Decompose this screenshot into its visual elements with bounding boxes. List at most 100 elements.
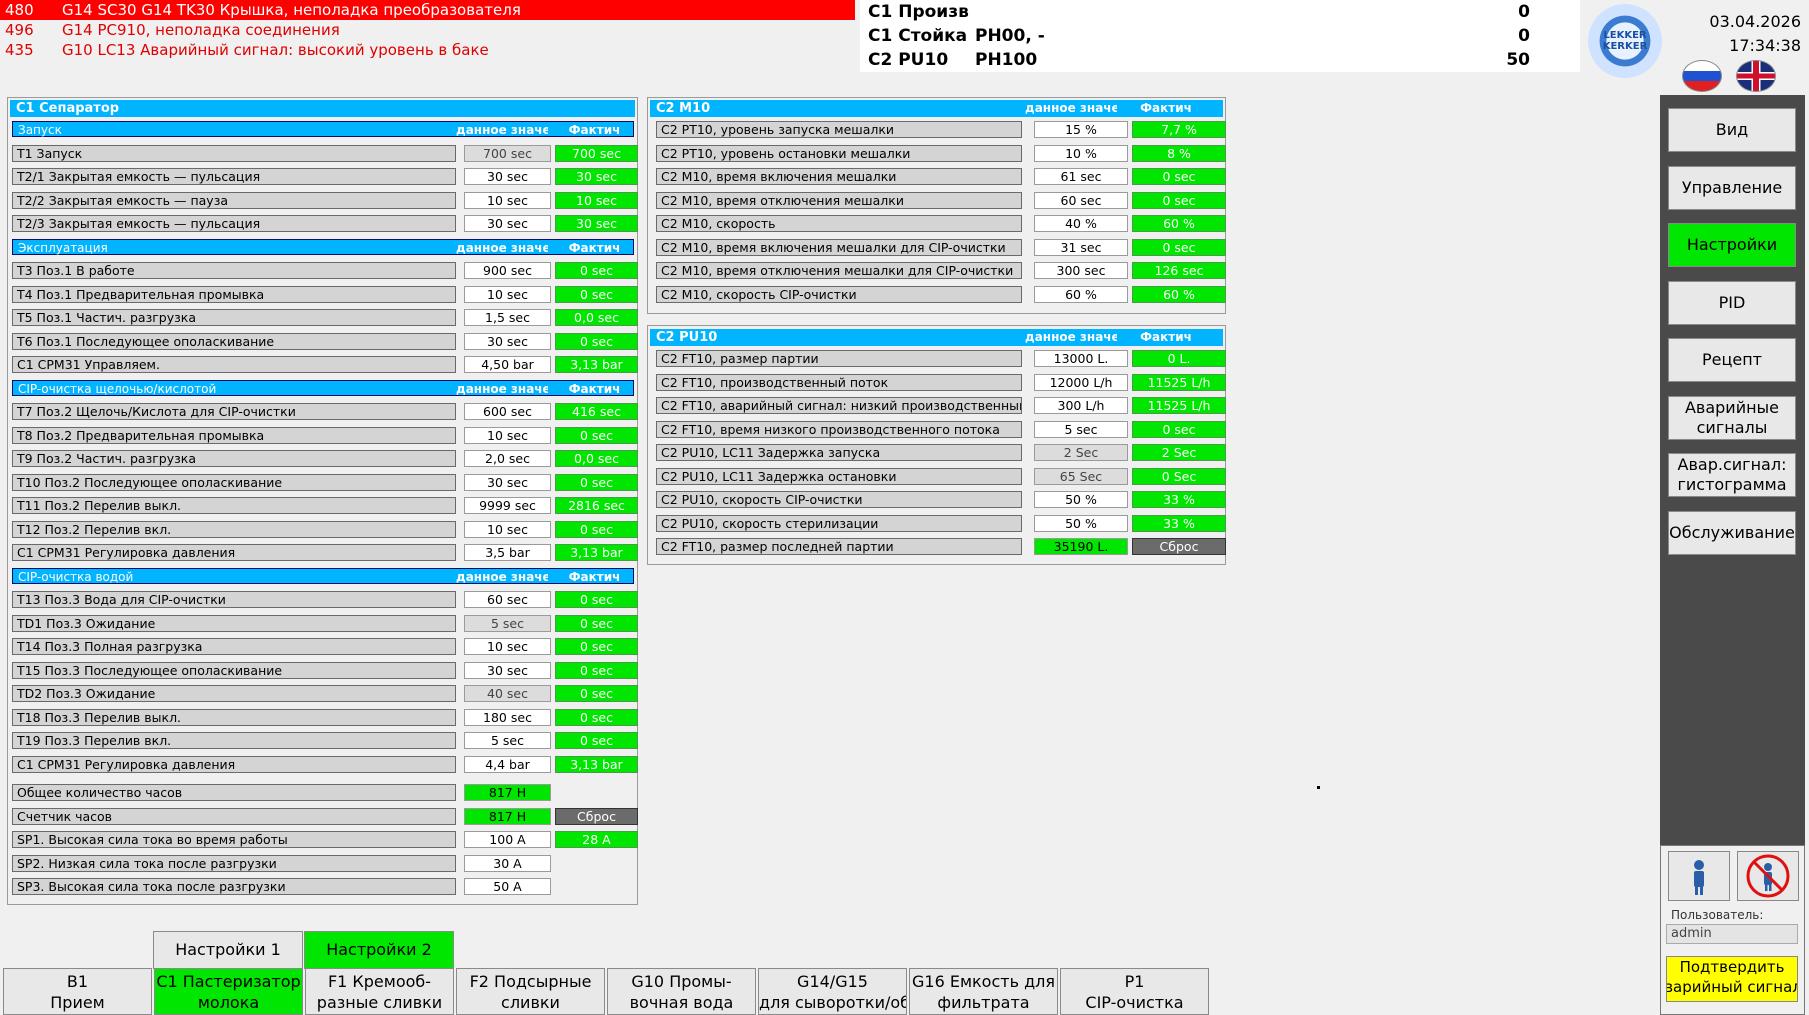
setpoint-input[interactable]: 50 %: [1034, 491, 1128, 508]
setpoint-input[interactable]: 5 sec: [464, 732, 551, 749]
nav-button[interactable]: C1 Пастеризатор молока: [154, 968, 303, 1015]
setpoint-input[interactable]: 4,4 bar: [464, 755, 551, 773]
russian-flag-icon[interactable]: [1682, 60, 1722, 92]
setpoint-input[interactable]: 61 sec: [1034, 168, 1128, 185]
setpoint-input[interactable]: 12000 L/h: [1034, 373, 1128, 391]
setpoint-input[interactable]: 100 A: [464, 831, 551, 848]
parameter-label: SP1. Высокая сила тока во время работы: [12, 831, 456, 848]
setpoint-column-header: данное значе: [456, 569, 548, 584]
setpoint-column-header: данное значе: [456, 240, 548, 255]
nav-button[interactable]: B1 Прием: [3, 968, 152, 1015]
menu-alarms-button[interactable]: Аварийные сигналы: [1668, 395, 1796, 440]
actual-value: 700 sec: [555, 144, 638, 162]
setpoint-input[interactable]: 60 %: [1034, 285, 1128, 303]
menu-service-button[interactable]: Обслуживание: [1668, 510, 1796, 555]
setpoint-input[interactable]: 900 sec: [464, 262, 551, 279]
actual-value: 0 sec: [1132, 420, 1226, 438]
nav-line-1: P1: [1124, 972, 1145, 991]
section-title: Эксплуатация: [18, 240, 108, 255]
setpoint-input[interactable]: 30 sec: [464, 168, 551, 185]
acknowledge-alarm-button[interactable]: Подтвердить аварийный сигнал: [1666, 956, 1798, 1002]
setpoint-input[interactable]: 600 sec: [464, 403, 551, 420]
reset-button[interactable]: Сброс: [1132, 538, 1226, 555]
parameter-label: T2/2 Закрытая емкость — пауза: [12, 191, 456, 209]
menu-recipe-button[interactable]: Рецепт: [1668, 338, 1796, 382]
nav-button[interactable]: F1 Кремооб-разные сливки: [305, 968, 454, 1015]
menu-control-button[interactable]: Управление: [1668, 165, 1796, 210]
info-value: PH100: [975, 50, 1038, 70]
user-area: Пользователь: admin Подтвердить аварийный…: [1660, 845, 1805, 1015]
setpoint-input[interactable]: 10 sec: [464, 285, 551, 303]
actual-value: 10 sec: [555, 191, 638, 209]
setpoint-input[interactable]: 31 sec: [1034, 238, 1128, 256]
section-title: CIP-очистка водой: [18, 569, 134, 584]
setpoint-input[interactable]: 10 sec: [464, 191, 551, 209]
nav-button[interactable]: G16 Емкость для фильтрата: [909, 968, 1058, 1015]
reset-button[interactable]: Сброс: [555, 807, 638, 825]
setpoint-input[interactable]: 3,5 bar: [464, 544, 551, 561]
setpoint-input[interactable]: 60 sec: [1034, 191, 1128, 209]
setpoint-input[interactable]: 35190 L.: [1034, 538, 1128, 555]
nav-button[interactable]: G14/G15 для сыворотки/обр: [758, 968, 907, 1015]
info-row: C2 PU10 PH100 50: [860, 48, 1580, 72]
nav-button[interactable]: P1 CIP-очистка: [1060, 968, 1209, 1015]
parameter-label: C2 PT10, уровень остановки мешалки: [656, 144, 1022, 162]
panel-title: C2 PU10: [656, 330, 718, 345]
setpoint-input[interactable]: 30 sec: [464, 473, 551, 491]
section-header: Эксплуатация данное значе Фактич: [12, 238, 634, 255]
menu-settings-button[interactable]: Настройки: [1668, 223, 1796, 267]
nav-line-1: C1 Пастеризатор: [156, 972, 301, 991]
parameter-label: T19 Поз.3 Перелив вкл.: [12, 732, 456, 749]
setpoint-input[interactable]: 30 sec: [464, 661, 551, 679]
parameter-label: C2 PT10, уровень запуска мешалки: [656, 121, 1022, 138]
nav-button[interactable]: F2 Подсырные сливки: [456, 968, 605, 1015]
alarm-list[interactable]: 480 G14 SC30 G14 TK30 Крышка, неполадка п…: [0, 0, 855, 62]
subtab-settings-1[interactable]: Настройки 1: [153, 931, 303, 969]
actual-value: 0 sec: [555, 285, 638, 303]
parameter-label: C1 CPM31 Регулировка давления: [12, 544, 456, 561]
setpoint-input[interactable]: 300 sec: [1034, 262, 1128, 279]
setpoint-input[interactable]: 60 sec: [464, 591, 551, 608]
setpoint-input[interactable]: 50 %: [1034, 514, 1128, 532]
subtab-settings-2[interactable]: Настройки 2: [304, 931, 454, 969]
alarm-row[interactable]: 480 G14 SC30 G14 TK30 Крышка, неполадка п…: [0, 0, 855, 20]
setpoint-input[interactable]: 13000 L.: [1034, 350, 1128, 367]
setpoint-input[interactable]: 30 A: [464, 854, 551, 872]
setpoint-input[interactable]: 30 sec: [464, 215, 551, 232]
actual-value: 0,0 sec: [555, 450, 638, 467]
logout-button[interactable]: [1737, 851, 1799, 901]
setpoint-input[interactable]: 40 %: [1034, 215, 1128, 232]
setpoint-input[interactable]: 300 L/h: [1034, 397, 1128, 414]
setpoint-input[interactable]: 50 A: [464, 878, 551, 895]
setpoint-input[interactable]: 817 H: [464, 807, 551, 825]
setpoint-input[interactable]: 4,50 bar: [464, 356, 551, 373]
login-button[interactable]: [1668, 851, 1730, 901]
setpoint-input[interactable]: 10 sec: [464, 520, 551, 538]
english-flag-icon[interactable]: [1736, 60, 1776, 92]
setpoint-input[interactable]: 817 H: [464, 784, 551, 801]
parameter-label: C2 M10, время включения мешалки: [656, 168, 1022, 185]
setpoint-column-header: данное значе: [456, 123, 548, 137]
setpoint-input[interactable]: 15 %: [1034, 121, 1128, 138]
setpoint-input: 5 sec: [464, 614, 551, 632]
menu-view-button[interactable]: Вид: [1668, 108, 1796, 152]
user-name-field[interactable]: admin: [1666, 924, 1798, 944]
setpoint-input[interactable]: 180 sec: [464, 708, 551, 726]
setpoint-input[interactable]: 10 %: [1034, 144, 1128, 162]
setpoint-input[interactable]: 5 sec: [1034, 420, 1128, 438]
setpoint-input[interactable]: 1,5 sec: [464, 309, 551, 326]
setpoint-input[interactable]: 9999 sec: [464, 497, 551, 514]
setpoint-input[interactable]: 2,0 sec: [464, 450, 551, 467]
actual-value: 0 sec: [555, 685, 638, 702]
menu-alarm-histogram-button[interactable]: Авар.сигнал: гистограмма: [1668, 453, 1796, 497]
actual-value: 7,7 %: [1132, 121, 1226, 138]
menu-pid-button[interactable]: PID: [1668, 280, 1796, 325]
nav-line-2: Прием: [50, 993, 105, 1012]
actual-value: 8 %: [1132, 144, 1226, 162]
setpoint-input[interactable]: 10 sec: [464, 426, 551, 444]
actual-value: 0 sec: [1132, 168, 1226, 185]
setpoint-input[interactable]: 30 sec: [464, 332, 551, 350]
nav-button[interactable]: G10 Промы-вочная вода: [607, 968, 756, 1015]
setpoint-input[interactable]: 10 sec: [464, 638, 551, 655]
setpoint-input: 40 sec: [464, 685, 551, 702]
